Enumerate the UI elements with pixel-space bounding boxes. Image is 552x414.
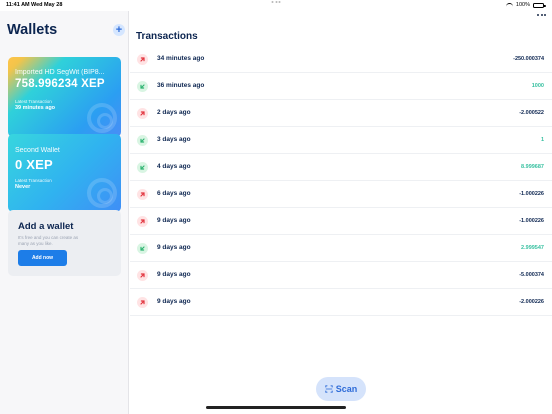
status-date: Wed May 28 (31, 2, 63, 8)
transaction-row[interactable]: 34 minutes ago -250.000374 (130, 46, 552, 73)
transaction-time: 4 days ago (157, 163, 191, 170)
transactions-title: Transactions (136, 31, 198, 42)
incoming-arrow-icon (137, 162, 148, 173)
transaction-time: 9 days ago (157, 217, 191, 224)
transaction-time: 36 minutes ago (157, 82, 205, 89)
transaction-amount: 2.999547 (521, 245, 544, 251)
transaction-amount: 8.999687 (521, 164, 544, 170)
outgoing-arrow-icon (137, 297, 148, 308)
transaction-row[interactable]: 36 minutes ago 1000 (130, 73, 552, 100)
incoming-arrow-icon (137, 81, 148, 92)
wallet-name: Second Wallet (15, 147, 60, 154)
wallet-name: Imported HD SegWit (BIP8... (15, 69, 105, 76)
wallet-emblem-icon (87, 178, 117, 208)
status-time: 11:41 AM (6, 2, 30, 8)
status-bar: 11:41 AM Wed May 28 100% (0, 0, 552, 11)
transaction-amount: -250.000374 (513, 56, 544, 62)
latest-transaction-value: 39 minutes ago (15, 105, 56, 111)
sidebar-title: Wallets (7, 22, 58, 38)
transaction-amount: 1 (540, 137, 544, 143)
transaction-row[interactable]: 9 days ago -1.000226 (130, 208, 552, 235)
transaction-row[interactable]: 2 days ago -2.000522 (130, 100, 552, 127)
battery-icon (533, 2, 546, 8)
transaction-amount: -5.000374 (519, 272, 544, 278)
add-wallet-title: Add a wallet (18, 221, 74, 232)
wallet-balance: 758.996234 XEP (15, 78, 105, 90)
outgoing-arrow-icon (137, 108, 148, 119)
plus-icon: + (115, 24, 123, 36)
transaction-row[interactable]: 9 days ago 2.999547 (130, 235, 552, 262)
transaction-row[interactable]: 3 days ago 1 (130, 127, 552, 154)
scan-button[interactable]: Scan (316, 377, 366, 401)
transaction-time: 34 minutes ago (157, 55, 205, 62)
transaction-row[interactable]: 6 days ago -1.000226 (130, 181, 552, 208)
scan-label: Scan (335, 384, 358, 394)
latest-transaction-value: Never (15, 184, 31, 190)
transaction-time: 2 days ago (157, 109, 191, 116)
wallets-sidebar: Wallets + Imported HD SegWit (BIP8... 75… (0, 11, 129, 414)
battery-percent: 100% (515, 2, 530, 8)
latest-transaction-label: Latest Transaction (15, 178, 52, 183)
transaction-amount: 1000 (531, 83, 544, 89)
transaction-amount: -2.000226 (519, 299, 544, 305)
wallet-card-imported[interactable]: Imported HD SegWit (BIP8... 758.996234 X… (8, 57, 121, 137)
scan-icon (325, 385, 333, 393)
latest-transaction-label: Latest Transaction (15, 99, 52, 104)
add-wallet-button[interactable]: + (113, 24, 125, 36)
wallet-emblem-icon (87, 103, 117, 133)
outgoing-arrow-icon (137, 216, 148, 227)
outgoing-arrow-icon (137, 189, 148, 200)
outgoing-arrow-icon (137, 270, 148, 281)
transaction-amount: -1.000226 (519, 191, 544, 197)
transaction-time: 6 days ago (157, 190, 191, 197)
incoming-arrow-icon (137, 243, 148, 254)
transaction-time: 9 days ago (157, 244, 191, 251)
more-options-icon[interactable] (537, 14, 546, 16)
transaction-time: 9 days ago (157, 271, 191, 278)
transaction-time: 9 days ago (157, 298, 191, 305)
add-wallet-description: It's free and you can create as many as … (18, 235, 79, 246)
wallet-card-second[interactable]: Second Wallet 0 XEP Latest Transaction N… (8, 134, 121, 212)
wallet-balance: 0 XEP (15, 157, 53, 172)
wifi-icon (505, 2, 513, 8)
incoming-arrow-icon (137, 135, 148, 146)
transaction-amount: -1.000226 (519, 218, 544, 224)
add-wallet-card: Add a wallet It's free and you can creat… (8, 210, 121, 276)
transaction-row[interactable]: 4 days ago 8.999687 (130, 154, 552, 181)
home-indicator[interactable] (206, 406, 346, 409)
add-now-button[interactable]: Add now (18, 250, 67, 266)
transactions-list: 34 minutes ago -250.000374 36 minutes ago 1… (130, 46, 552, 316)
multitasking-dots-icon[interactable] (271, 1, 281, 3)
transaction-row[interactable]: 9 days ago -2.000226 (130, 289, 552, 316)
transaction-row[interactable]: 9 days ago -5.000374 (130, 262, 552, 289)
outgoing-arrow-icon (137, 54, 148, 65)
transaction-amount: -2.000522 (519, 110, 544, 116)
transaction-time: 3 days ago (157, 136, 191, 143)
